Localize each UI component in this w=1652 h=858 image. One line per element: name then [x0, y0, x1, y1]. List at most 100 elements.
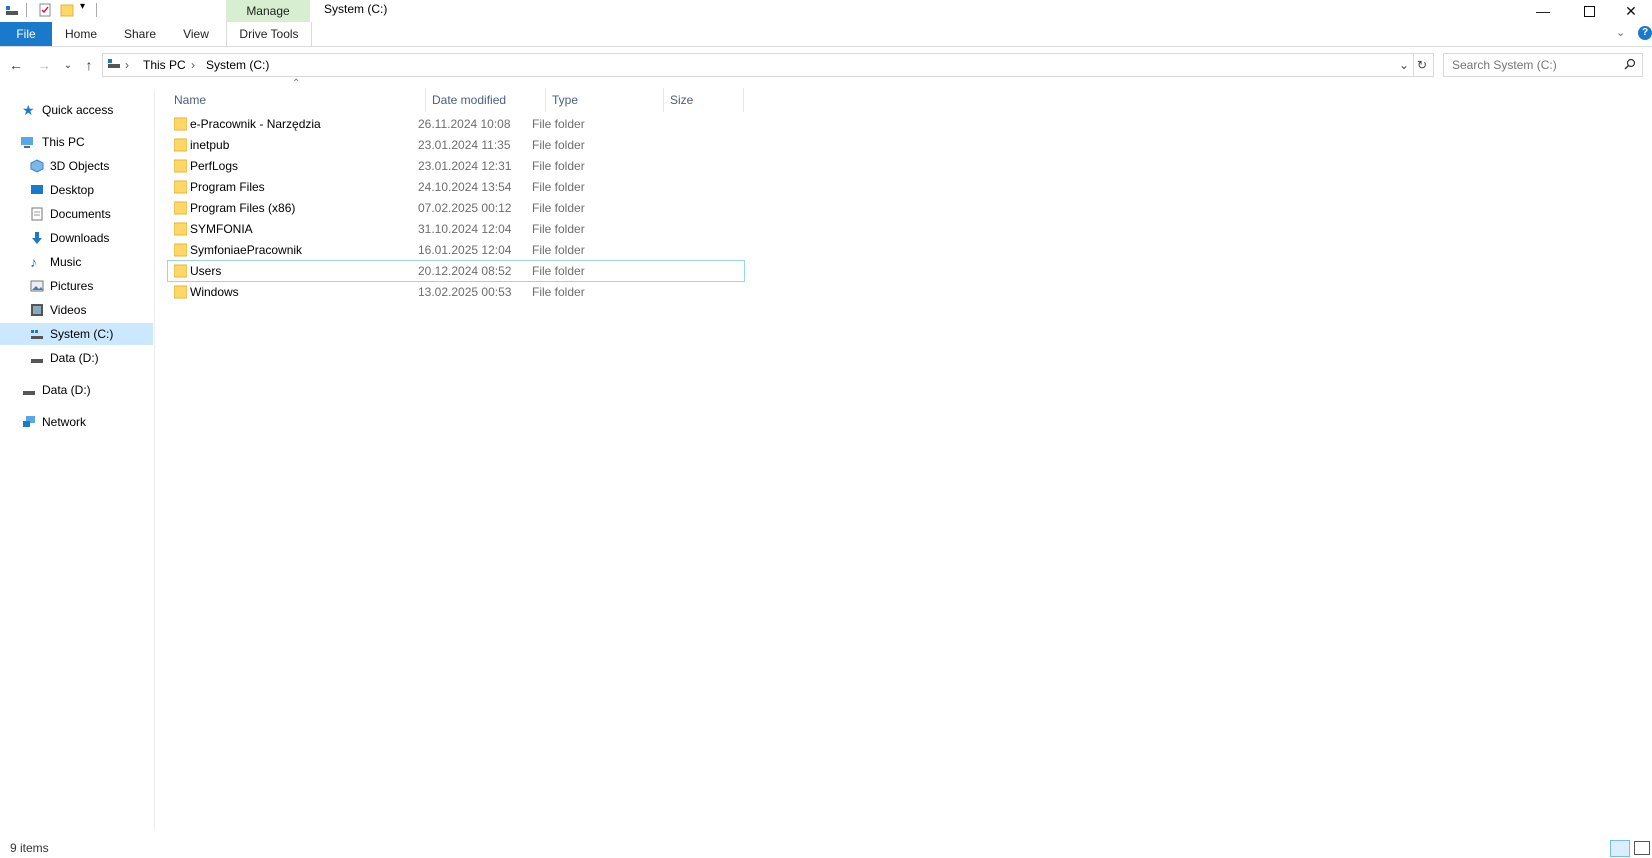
file-name: Users [190, 264, 222, 278]
3d-objects-icon [30, 159, 44, 173]
drive-icon [31, 330, 43, 339]
file-row[interactable]: Windows 13.02.2025 00:53 File folder [168, 282, 744, 302]
nav-data-d-label: Data (D:) [42, 383, 91, 397]
breadcrumb-separator-icon[interactable]: › [125, 58, 129, 72]
nav-quick-access[interactable]: ★ Quick access [0, 99, 154, 121]
file-type: File folder [532, 285, 585, 299]
file-date: 31.10.2024 12:04 [418, 222, 512, 236]
file-name: inetpub [190, 138, 230, 152]
drive-icon [108, 59, 120, 68]
window-title: System (C:) [324, 2, 388, 16]
expand-ribbon-icon[interactable]: ⌄ [1616, 26, 1625, 39]
file-row[interactable]: inetpub 23.01.2024 11:35 File folder [168, 135, 744, 155]
nav-item-label: Music [50, 255, 82, 269]
separator [26, 3, 27, 17]
navigation-pane: ★ Quick access This PC 3D Objects Deskto… [0, 90, 155, 830]
address-dropdown-icon[interactable]: ⌄ [1399, 58, 1409, 72]
folder-icon [174, 264, 187, 278]
refresh-icon[interactable]: ↻ [1417, 58, 1427, 72]
file-name: SYMFONIA [190, 222, 253, 236]
forward-button[interactable]: → [34, 55, 54, 75]
file-row[interactable]: PerfLogs 23.01.2024 12:31 File folder [168, 156, 744, 176]
back-arrow-icon: ← [9, 57, 23, 73]
nav-videos[interactable]: Videos [0, 299, 154, 321]
nav-data-d-sub[interactable]: Data (D:) [0, 347, 154, 369]
file-row[interactable]: e-Pracownik - Narzędzia 26.11.2024 10:08… [168, 114, 744, 134]
customize-toolbar-icon[interactable]: ▾ [80, 1, 85, 12]
properties-icon[interactable] [38, 3, 52, 17]
nav-system-c[interactable]: System (C:) [0, 323, 153, 345]
address-bar[interactable]: › This PC › System (C:) ⌄ ↻ [102, 53, 1434, 77]
computer-icon [21, 137, 33, 148]
folder-icon [174, 117, 187, 131]
column-header-date-modified[interactable]: Date modified [426, 88, 546, 112]
details-view-icon[interactable] [1610, 840, 1630, 857]
file-name: Program Files (x86) [190, 201, 296, 215]
file-row[interactable]: Program Files 24.10.2024 13:54 File fold… [168, 177, 744, 197]
maximize-button[interactable] [1566, 0, 1612, 22]
search-box[interactable] [1443, 53, 1643, 77]
help-icon[interactable]: ? [1638, 26, 1652, 40]
nav-item-label: Documents [50, 207, 111, 221]
file-type: File folder [532, 180, 585, 194]
separator [96, 3, 97, 17]
maximize-icon [1583, 5, 1595, 17]
documents-icon [31, 207, 43, 221]
search-input[interactable] [1450, 57, 1624, 73]
tab-view[interactable]: View [172, 22, 220, 46]
tab-drive-tools[interactable]: Drive Tools [226, 22, 312, 46]
up-button[interactable]: ↑ [79, 55, 99, 75]
tab-share[interactable]: Share [114, 22, 166, 46]
file-row[interactable]: Program Files (x86) 07.02.2025 00:12 Fil… [168, 198, 744, 218]
minimize-button[interactable]: — [1520, 0, 1566, 22]
drive-icon[interactable] [5, 3, 19, 17]
back-button[interactable]: ← [6, 55, 26, 75]
nav-music[interactable]: ♪ Music [0, 251, 154, 273]
tab-home[interactable]: Home [56, 22, 106, 46]
file-name: Program Files [190, 180, 265, 194]
file-type: File folder [532, 243, 585, 257]
pictures-icon [30, 280, 44, 292]
nav-pictures[interactable]: Pictures [0, 275, 154, 297]
file-type: File folder [532, 117, 585, 131]
tab-file[interactable]: File [0, 22, 52, 46]
folder-icon [174, 243, 187, 257]
breadcrumb-separator-icon[interactable]: › [191, 58, 195, 72]
nav-network[interactable]: Network [0, 411, 154, 433]
recent-locations-button[interactable]: ⌄ [58, 55, 78, 75]
file-row[interactable]: SymfoniaePracownik 16.01.2025 12:04 File… [168, 240, 744, 260]
file-row[interactable]: SYMFONIA 31.10.2024 12:04 File folder [168, 219, 744, 239]
downloads-icon [32, 232, 42, 244]
folder-icon [174, 201, 187, 215]
up-arrow-icon: ↑ [85, 57, 93, 73]
folder-icon [174, 180, 187, 194]
large-icons-view-icon[interactable] [1634, 841, 1650, 855]
nav-downloads[interactable]: Downloads [0, 227, 154, 249]
file-date: 13.02.2025 00:53 [418, 285, 512, 299]
nav-network-label: Network [42, 415, 87, 429]
search-icon[interactable] [1624, 58, 1636, 70]
file-row[interactable]: Users 20.12.2024 08:52 File folder [167, 260, 745, 282]
separator [1413, 54, 1414, 76]
nav-desktop[interactable]: Desktop [0, 179, 154, 201]
nav-data-d[interactable]: Data (D:) [0, 379, 154, 401]
column-header-name[interactable]: Name [168, 88, 426, 112]
close-icon: ✕ [1625, 2, 1637, 19]
status-bar: 9 items [0, 838, 1652, 858]
nav-this-pc[interactable]: This PC [0, 131, 154, 153]
breadcrumb-system-c[interactable]: System (C:) [206, 58, 269, 72]
file-list: ⌃ Name Date modified Type Size e-Pracown… [164, 78, 1644, 824]
manage-context-label[interactable]: Manage [226, 0, 310, 22]
nav-documents[interactable]: Documents [0, 203, 154, 225]
breadcrumb-this-pc[interactable]: This PC [143, 58, 186, 72]
column-header-type[interactable]: Type [546, 88, 664, 112]
close-button[interactable]: ✕ [1610, 0, 1652, 22]
new-folder-icon[interactable] [60, 3, 74, 17]
nav-this-pc-label: This PC [42, 135, 85, 149]
column-header-size[interactable]: Size [664, 88, 744, 112]
nav-item-label: Data (D:) [50, 351, 99, 365]
file-name: Windows [190, 285, 239, 299]
file-date: 23.01.2024 11:35 [418, 138, 511, 152]
network-icon [23, 416, 35, 427]
nav-3d-objects[interactable]: 3D Objects [0, 155, 154, 177]
